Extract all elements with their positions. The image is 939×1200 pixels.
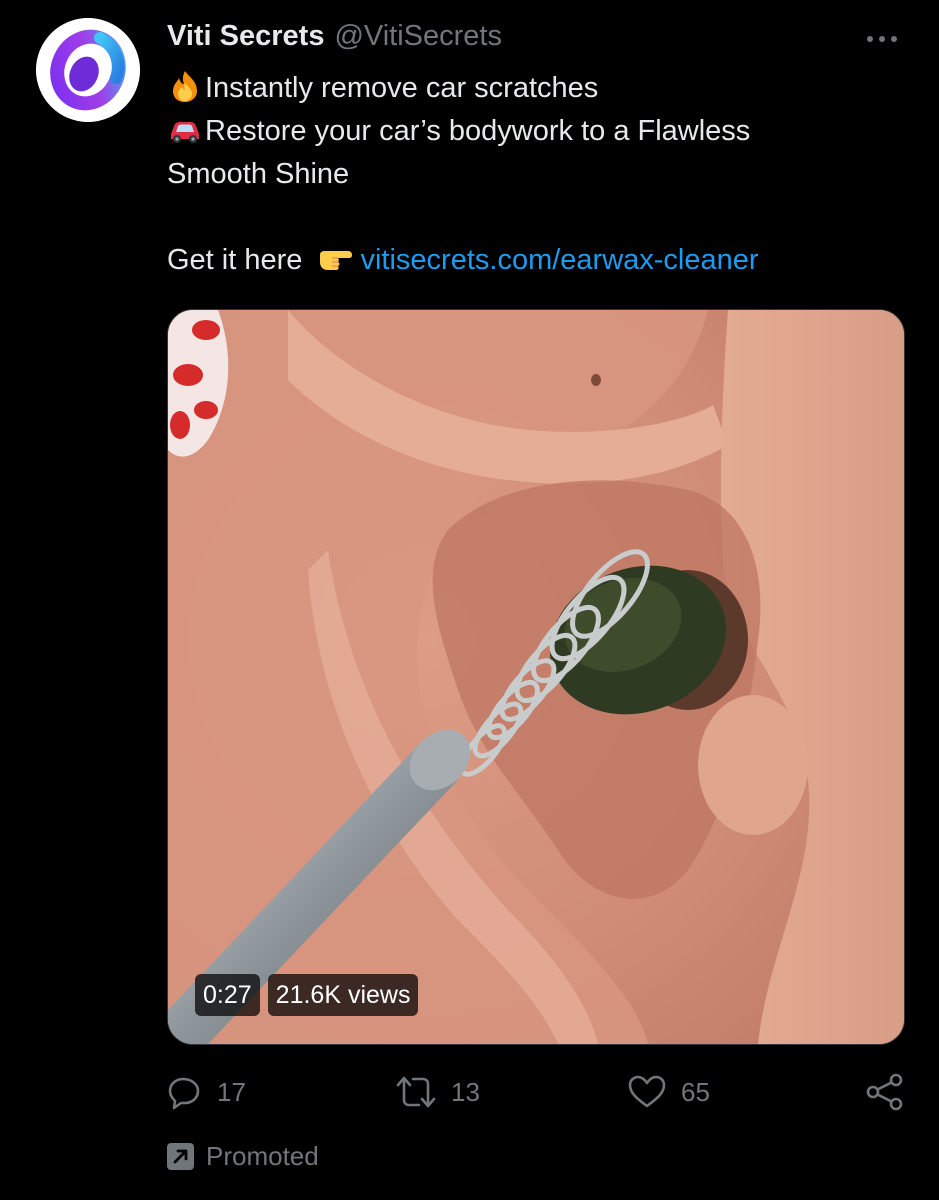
tweet[interactable]: Viti Secrets @VitiSecrets Instantly remo… [0, 0, 939, 1200]
promoted-label: Promoted [167, 1138, 319, 1174]
tweet-line-3: Smooth Shine [167, 158, 350, 190]
retweet-count: 13 [451, 1076, 480, 1107]
tweet-line-1: Instantly remove car scratches [205, 72, 599, 104]
car-icon [171, 122, 199, 143]
retweet-icon [396, 1076, 436, 1108]
retweet-button[interactable]: 13 [395, 1068, 480, 1116]
logo-ring-icon [36, 18, 140, 122]
tweet-text: Instantly remove car scratches Restore y… [167, 67, 887, 282]
video-thumbnail [168, 310, 904, 1044]
video-badges: 0:27 21.6K views [195, 974, 419, 1016]
video-player[interactable]: 0:27 21.6K views [167, 309, 905, 1045]
tweet-header: Viti Secrets @VitiSecrets [167, 20, 502, 60]
promoted-icon [167, 1142, 194, 1170]
like-button[interactable]: 65 [627, 1068, 710, 1116]
display-name[interactable]: Viti Secrets [167, 20, 324, 53]
tweet-line: Restore your car’s bodywork to a Flawles… [167, 110, 887, 153]
fire-icon [173, 71, 197, 102]
reply-button[interactable]: 17 [167, 1068, 246, 1116]
video-duration: 0:27 [195, 974, 260, 1016]
share-button[interactable] [865, 1068, 905, 1116]
pointing-hand-icon [320, 251, 353, 270]
tweet-line-4: Get it here [167, 244, 303, 276]
video-views: 21.6K views [267, 974, 419, 1016]
promoted-text: Promoted [206, 1140, 319, 1171]
like-count: 65 [681, 1076, 710, 1107]
tweet-line-2: Restore your car’s bodywork to a Flawles… [205, 115, 751, 147]
share-icon [866, 1073, 903, 1111]
reply-count: 17 [217, 1076, 246, 1107]
tweet-link[interactable]: vitisecrets.com/earwax-cleaner [360, 244, 758, 276]
tweet-line: Instantly remove car scratches [167, 67, 887, 110]
reply-icon [168, 1077, 200, 1110]
more-dots-icon [867, 36, 897, 42]
user-handle[interactable]: @VitiSecrets [334, 20, 502, 53]
more-button[interactable] [858, 24, 906, 54]
heart-icon [628, 1075, 666, 1108]
tweet-line: Get it here vitisecrets.com/earwax-clean… [167, 239, 887, 282]
avatar[interactable] [36, 18, 140, 122]
tweet-actions: 17 13 65 [167, 1068, 907, 1116]
